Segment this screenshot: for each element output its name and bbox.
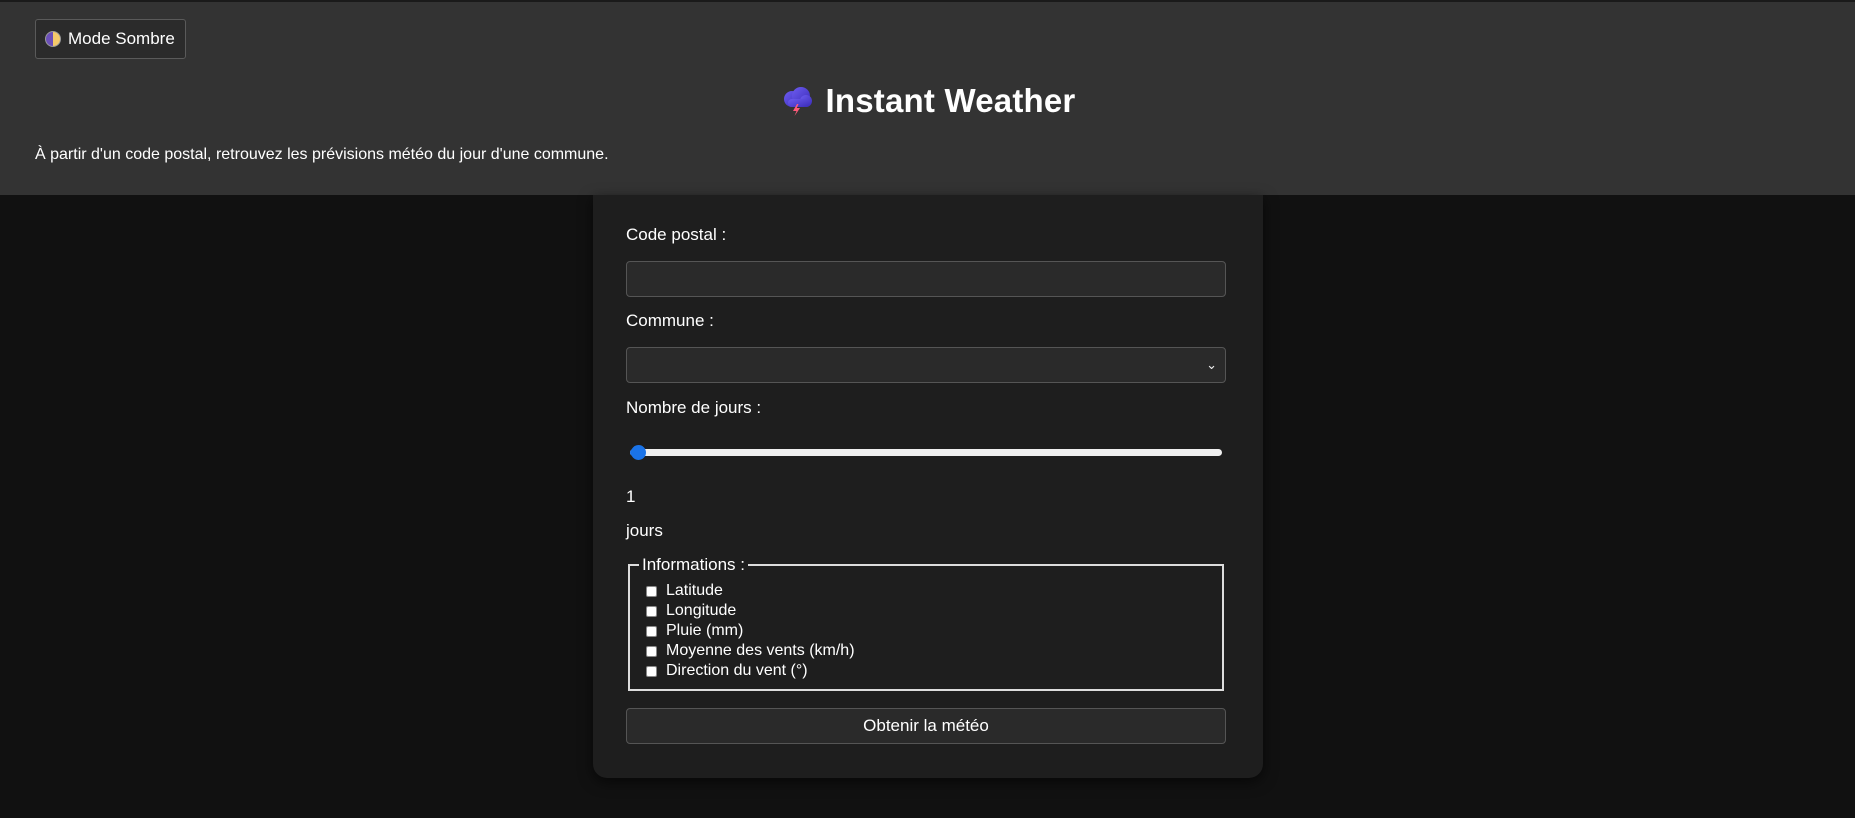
commune-select[interactable]: ⌄	[626, 347, 1226, 383]
days-slider-thumb[interactable]	[631, 445, 646, 460]
option-label: Longitude	[666, 602, 737, 619]
wind-direction-checkbox[interactable]	[646, 665, 657, 677]
page-subtitle: À partir d'un code postal, retrouvez les…	[35, 146, 609, 163]
page-title: Instant Weather	[825, 82, 1076, 119]
postal-code-label: Code postal :	[626, 225, 727, 244]
chevron-down-icon: ⌄	[1206, 357, 1217, 372]
option-label: Pluie (mm)	[666, 622, 744, 639]
title-block: Instant Weather	[0, 82, 1855, 120]
option-wind-average[interactable]: Moyenne des vents (km/h)	[646, 641, 855, 661]
option-latitude[interactable]: Latitude	[646, 581, 855, 601]
storm-cloud-icon	[780, 86, 814, 116]
dark-mode-toggle-button[interactable]: Mode Sombre	[35, 19, 186, 59]
days-slider[interactable]	[630, 445, 1222, 460]
postal-code-input[interactable]	[626, 261, 1226, 297]
dark-mode-label: Mode Sombre	[68, 29, 175, 48]
wind-average-checkbox[interactable]	[646, 645, 657, 657]
information-legend: Informations :	[639, 555, 748, 575]
option-label: Direction du vent (°)	[666, 662, 808, 679]
option-label: Latitude	[666, 582, 723, 599]
option-longitude[interactable]: Longitude	[646, 601, 855, 621]
longitude-checkbox[interactable]	[646, 605, 657, 617]
option-wind-direction[interactable]: Direction du vent (°)	[646, 661, 855, 681]
option-rain[interactable]: Pluie (mm)	[646, 621, 855, 641]
days-unit: jours	[626, 521, 663, 540]
option-label: Moyenne des vents (km/h)	[666, 642, 855, 659]
get-weather-button[interactable]: Obtenir la météo	[626, 708, 1226, 744]
information-fieldset: Informations : Latitude Longitude Pluie …	[628, 555, 1224, 691]
half-moon-icon	[45, 31, 61, 47]
weather-form: Code postal : Commune : ⌄ Nombre de jour…	[593, 195, 1263, 778]
rain-checkbox[interactable]	[646, 625, 657, 637]
days-value: 1	[626, 487, 636, 506]
page-header: Mode Sombre Instant Weather À partir d'u…	[0, 0, 1855, 195]
information-options: Latitude Longitude Pluie (mm) Moyenne de…	[646, 581, 855, 681]
latitude-checkbox[interactable]	[646, 585, 657, 597]
commune-label: Commune :	[626, 311, 714, 330]
days-label: Nombre de jours :	[626, 398, 762, 417]
